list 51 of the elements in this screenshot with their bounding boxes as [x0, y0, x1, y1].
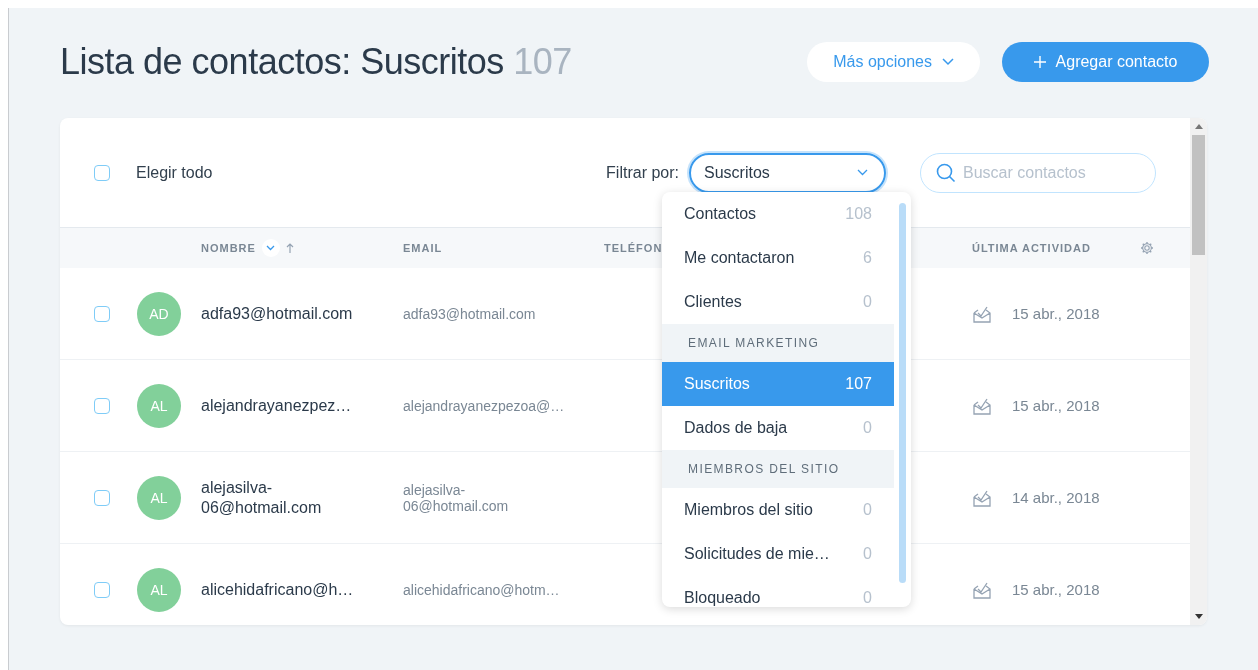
contact-email: alejandrayanezpezoa@… [403, 397, 566, 414]
contact-count: 107 [513, 41, 572, 82]
contact-name[interactable]: alejandrayanezpez… [201, 395, 373, 416]
activity-date: 14 abr., 2018 [1012, 489, 1100, 506]
chevron-down-icon [857, 169, 868, 176]
envelope-check-icon [972, 488, 992, 507]
select-all-checkbox[interactable] [94, 164, 110, 181]
activity-date: 15 abr., 2018 [1012, 397, 1100, 414]
filter-dropdown[interactable]: Suscritos [689, 152, 886, 193]
chevron-down-icon [942, 58, 954, 66]
menu-section-header: EMAIL MARKETING [662, 324, 894, 362]
contact-name[interactable]: alejasilva-06@hotmail.com [201, 477, 373, 518]
plus-icon [1033, 56, 1046, 68]
menu-item[interactable]: Clientes 0 [662, 280, 894, 324]
scroll-down-arrow-icon[interactable] [1194, 614, 1203, 619]
envelope-check-icon [972, 580, 992, 599]
activity-date: 15 abr., 2018 [1012, 305, 1100, 322]
chevron-down-icon[interactable] [261, 239, 280, 257]
activity-date: 15 abr., 2018 [1012, 581, 1100, 598]
menu-item[interactable]: Dados de baja 0 [662, 406, 894, 450]
select-all-label: Elegir todo [136, 163, 213, 182]
avatar: AL [137, 567, 181, 612]
menu-scrollbar[interactable] [899, 203, 906, 583]
envelope-check-icon [972, 304, 992, 323]
scrollbar-thumb[interactable] [1192, 135, 1205, 255]
row-checkbox[interactable] [94, 305, 110, 322]
contact-email: alicehidafricano@hotm… [403, 581, 561, 598]
sort-up-arrow-icon[interactable] [285, 243, 294, 253]
search-field[interactable]: Buscar contactos [920, 152, 1156, 193]
menu-item[interactable]: Me contactaron 6 [662, 236, 894, 280]
scroll-up-arrow-icon[interactable] [1194, 124, 1203, 129]
envelope-check-icon [972, 396, 992, 415]
menu-item[interactable]: Miembros del sitio 0 [662, 488, 894, 532]
avatar: AD [137, 291, 181, 336]
menu-item[interactable]: Bloqueado 0 [662, 576, 894, 607]
settings-icon[interactable] [1140, 241, 1154, 255]
row-checkbox[interactable] [94, 397, 110, 414]
menu-item[interactable]: Solicitudes de mie… 0 [662, 532, 894, 576]
row-checkbox[interactable] [94, 581, 110, 598]
filter-label: Filtrar por: [606, 163, 679, 182]
contact-name[interactable]: alicehidafricano@h… [201, 579, 373, 600]
page-title: Lista de contactos: Suscritos [60, 41, 504, 82]
menu-section-header: MIEMBROS DEL SITIO [662, 450, 894, 488]
row-checkbox[interactable] [94, 489, 110, 506]
contact-email: alejasilva-06@hotmail.com [403, 481, 510, 514]
avatar: AL [137, 475, 181, 520]
scrollbar[interactable] [1190, 118, 1207, 625]
contact-name[interactable]: adfa93@hotmail.com [201, 303, 373, 324]
contact-email: adfa93@hotmail.com [403, 305, 537, 322]
menu-item[interactable]: Contactos 108 [662, 192, 894, 236]
avatar: AL [137, 383, 181, 428]
